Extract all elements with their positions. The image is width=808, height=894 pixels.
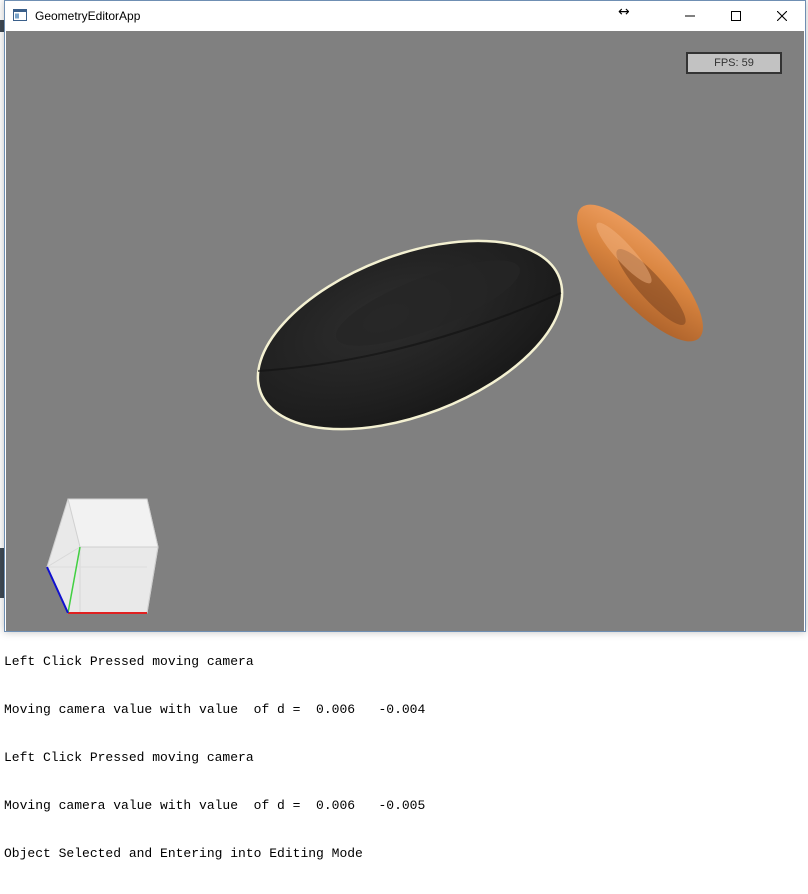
console-line: Object Selected and Entering into Editin… — [4, 846, 363, 861]
title-bar[interactable]: GeometryEditorApp ↔ — [5, 1, 805, 31]
geometry-editor-window[interactable]: GeometryEditorApp ↔ FPS: 59 — [4, 0, 806, 632]
fps-counter: FPS: 59 — [686, 52, 782, 74]
console-output: Left Click Pressed moving camera Moving … — [4, 622, 804, 894]
console-line: Left Click Pressed moving camera — [4, 654, 254, 669]
maximize-button[interactable] — [713, 1, 759, 31]
close-icon — [777, 11, 787, 21]
console-line: Moving camera value with value of d = 0.… — [4, 798, 426, 813]
scene-canvas[interactable] — [6, 31, 804, 631]
minimize-button[interactable] — [667, 1, 713, 31]
app-window-icon — [13, 9, 27, 21]
horizontal-resize-cursor-icon: ↔ — [618, 4, 630, 20]
orientation-gizmo[interactable] — [46, 498, 159, 614]
console-line: Left Click Pressed moving camera — [4, 750, 254, 765]
3d-viewport[interactable]: FPS: 59 — [6, 31, 804, 631]
maximize-icon — [731, 11, 741, 21]
close-button[interactable] — [759, 1, 805, 31]
window-title: GeometryEditorApp — [35, 9, 141, 23]
selected-torus[interactable] — [232, 203, 588, 467]
console-line: Moving camera value with value of d = 0.… — [4, 702, 426, 717]
orange-torus[interactable] — [559, 188, 721, 359]
minimize-icon — [685, 15, 695, 17]
